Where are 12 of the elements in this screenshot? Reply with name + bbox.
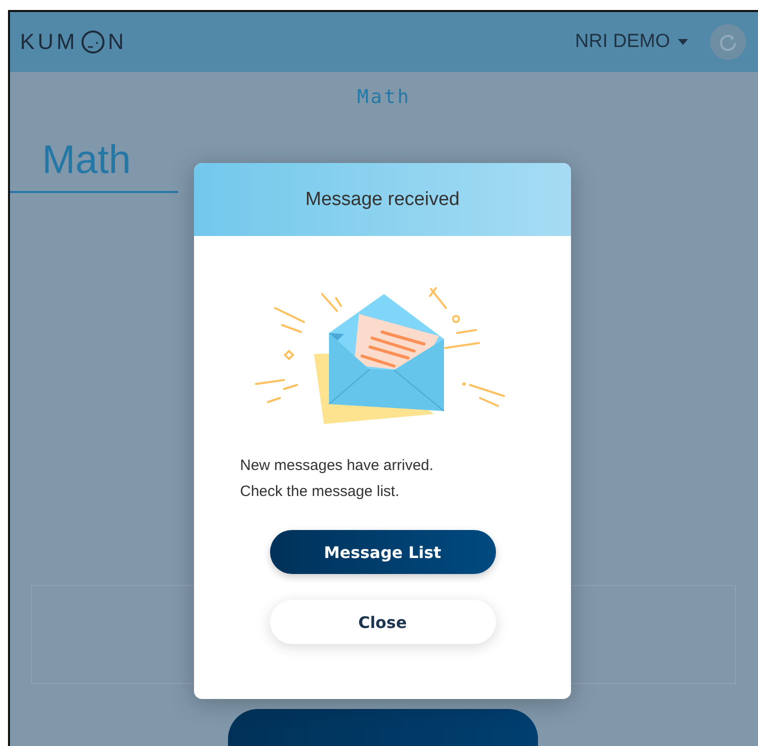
page-subtitle: Math bbox=[357, 86, 411, 108]
refresh-icon bbox=[718, 32, 738, 52]
dialog-title: Message received bbox=[194, 163, 571, 236]
message-text: New messages have arrived. bbox=[240, 456, 434, 476]
message-text: Check the message list. bbox=[240, 482, 400, 502]
logo-text: KUM bbox=[20, 29, 78, 56]
close-button[interactable]: Close bbox=[270, 600, 496, 644]
logo-text: N bbox=[108, 29, 127, 56]
message-list-button[interactable]: Message List bbox=[270, 530, 496, 574]
action-button[interactable] bbox=[228, 708, 538, 746]
caret-icon bbox=[678, 39, 688, 46]
face-logo-icon bbox=[80, 30, 105, 54]
